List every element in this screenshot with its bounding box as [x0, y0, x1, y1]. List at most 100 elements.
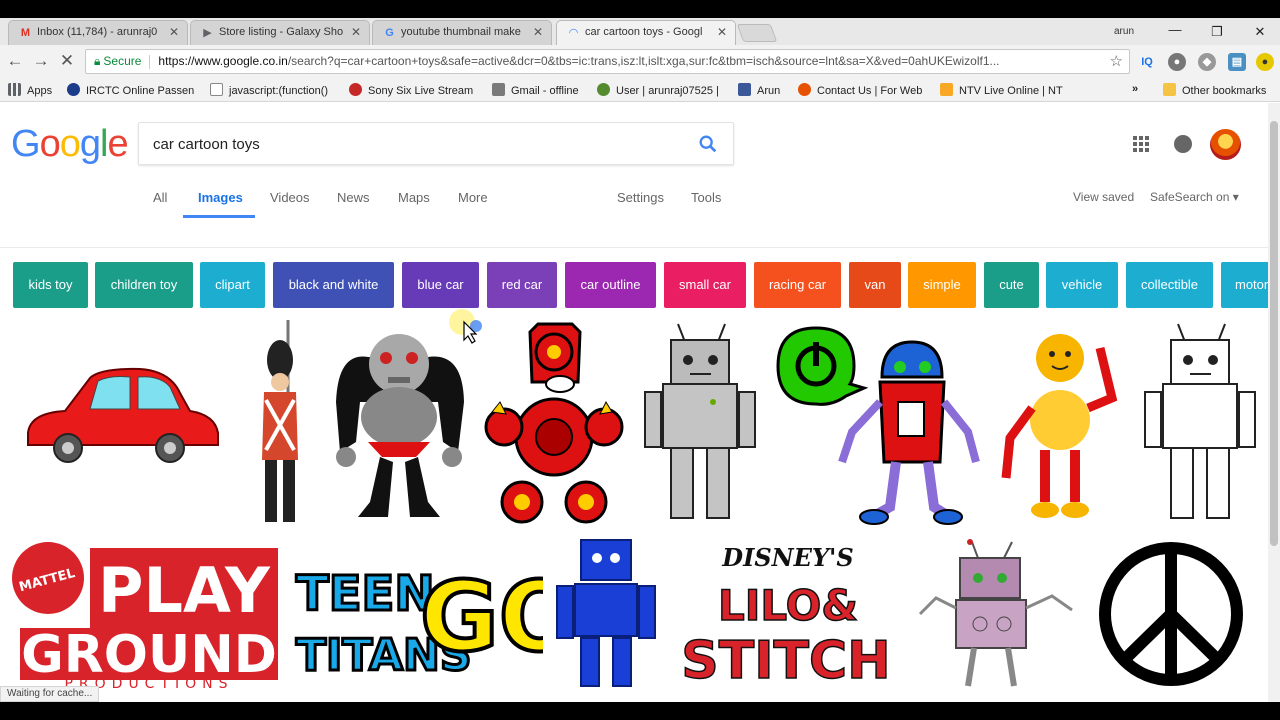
bookmark-star-icon[interactable]: ☆ — [1110, 50, 1123, 73]
chip-racing-car[interactable]: racing car — [754, 262, 841, 308]
silver-robot-image[interactable] — [633, 322, 758, 528]
silver-robot-icon — [644, 323, 756, 519]
user-leaf-icon — [597, 83, 610, 96]
address-bar[interactable]: 🔒︎ Secure https://www.google.co.in/search?… — [85, 49, 1130, 74]
bookmark-gmail-offline[interactable]: Gmail - offline — [492, 83, 579, 97]
red-car-image[interactable] — [20, 353, 225, 473]
chip-car-outline[interactable]: car outline — [565, 262, 656, 308]
extension-icon[interactable]: ● — [1256, 53, 1274, 71]
close-icon[interactable]: ✕ — [533, 25, 543, 39]
settings-button[interactable]: Settings — [617, 190, 664, 205]
avatar[interactable] — [1210, 129, 1241, 160]
tab-maps[interactable]: Maps — [398, 190, 430, 205]
bookmark-ntv-live[interactable]: NTV Live Online | NT — [940, 83, 1063, 97]
chip-clipart[interactable]: clipart — [200, 262, 265, 308]
bookmarks-overflow-button[interactable]: » — [1132, 83, 1138, 95]
stop-icon[interactable]: ✕ — [56, 51, 78, 73]
scrollbar-thumb[interactable] — [1270, 121, 1278, 546]
close-icon[interactable]: ✕ — [169, 25, 179, 39]
tab-youtube-thumbnail[interactable]: G youtube thumbnail make ✕ — [372, 20, 552, 45]
grey-robot-image[interactable] — [328, 322, 470, 528]
iq-extension-icon[interactable]: IQ — [1138, 53, 1156, 71]
bookmark-user[interactable]: User | arunraj07525 | — [597, 83, 719, 97]
chip-red-car[interactable]: red car — [487, 262, 557, 308]
tab-all[interactable]: All — [153, 190, 167, 205]
close-window-icon[interactable]: ✕ — [1250, 24, 1270, 40]
chip-cute[interactable]: cute — [984, 262, 1039, 308]
peace-sign-image[interactable] — [1094, 538, 1248, 688]
chip-vehicle[interactable]: vehicle — [1046, 262, 1118, 308]
apps-grid-icon — [8, 83, 21, 96]
loading-spinner-icon: ◠ — [568, 27, 579, 39]
close-icon[interactable]: ✕ — [351, 25, 361, 39]
extension-icon[interactable]: ◆ — [1198, 53, 1216, 71]
search-input[interactable] — [153, 133, 683, 155]
minimize-icon[interactable]: — — [1165, 22, 1185, 37]
bookmark-contact-us[interactable]: Contact Us | For Web — [798, 83, 922, 97]
red-robot-image[interactable] — [482, 322, 624, 528]
tab-videos[interactable]: Videos — [270, 190, 310, 205]
teen-titans-go-image[interactable]: TEEN TITANS GO! — [290, 538, 544, 688]
extension-icon[interactable]: ▤ — [1228, 53, 1246, 71]
mattel-logo-icon: MATTEL PLAY GROUND PRODUCTIONS — [12, 542, 278, 688]
search-icon[interactable] — [697, 133, 719, 155]
grey-robot-icon — [336, 334, 464, 517]
bookmark-facebook-arun[interactable]: Arun — [738, 83, 780, 97]
bookmark-javascript[interactable]: javascript:(function() — [210, 83, 328, 97]
tab-store-listing[interactable]: ▶ Store listing - Galaxy Sho ✕ — [190, 20, 370, 45]
blue-robot-power-image[interactable] — [772, 322, 988, 528]
back-icon[interactable]: ← — [4, 51, 26, 73]
forward-icon[interactable]: → — [30, 51, 52, 73]
chip-simple[interactable]: simple — [908, 262, 976, 308]
tab-car-cartoon-toys[interactable]: ◠ car cartoon toys - Googl ✕ — [556, 20, 736, 46]
svg-text:DISNEY'S: DISNEY'S — [721, 543, 853, 572]
tab-news[interactable]: News — [337, 190, 370, 205]
chip-small-car[interactable]: small car — [664, 262, 746, 308]
safesearch-toggle[interactable]: SafeSearch on ▾ — [1150, 190, 1239, 204]
peace-sign-icon — [1099, 542, 1243, 686]
close-icon[interactable]: ✕ — [717, 25, 727, 39]
chip-blue-car[interactable]: blue car — [402, 262, 479, 308]
tools-button[interactable]: Tools — [691, 190, 721, 205]
pink-robot-image[interactable] — [912, 538, 1077, 688]
google-logo[interactable]: Google — [11, 123, 129, 166]
tab-gmail[interactable]: M Inbox (11,784) - arunraj0 ✕ — [8, 20, 188, 45]
teen-titans-logo-icon: TEEN TITANS GO! — [295, 559, 544, 683]
gmail-offline-icon — [492, 83, 505, 96]
notifications-icon[interactable] — [1174, 135, 1192, 153]
chip-kids-toy[interactable]: kids toy — [13, 262, 88, 308]
blue-block-robot-image[interactable] — [553, 538, 658, 688]
new-tab-button[interactable] — [736, 24, 778, 42]
status-bar: Waiting for cache... — [0, 686, 100, 702]
related-search-chips: kids toy children toy clipart black and … — [0, 262, 1268, 308]
bookmark-sony-six[interactable]: Sony Six Live Stream — [349, 83, 473, 97]
mouse-cursor-icon — [449, 309, 482, 344]
page-scrollbar[interactable] — [1268, 103, 1280, 703]
outline-robot-image[interactable] — [1133, 322, 1258, 528]
chip-van[interactable]: van — [849, 262, 901, 308]
yellow-robot-image[interactable] — [1000, 328, 1125, 528]
screen-border — [0, 702, 1280, 720]
tab-strip: M Inbox (11,784) - arunraj0 ✕ ▶ Store li… — [0, 0, 1280, 46]
tab-images[interactable]: Images — [198, 190, 243, 205]
tab-more[interactable]: More — [458, 190, 488, 205]
ntv-icon — [940, 83, 953, 96]
chip-collectible[interactable]: collectible — [1126, 262, 1213, 308]
chip-children-toy[interactable]: children toy — [95, 262, 193, 308]
chip-black-and-white[interactable]: black and white — [273, 262, 394, 308]
bookmark-apps[interactable]: Apps — [8, 83, 52, 97]
mattel-playground-image[interactable]: MATTEL PLAY GROUND PRODUCTIONS — [10, 538, 282, 688]
google-g-icon: G — [385, 27, 394, 39]
profile-name[interactable]: arun — [1114, 26, 1134, 37]
google-apps-icon[interactable] — [1133, 136, 1149, 152]
browser-toolbar: ← → ✕ 🔒︎ Secure https://www.google.co.in/s… — [0, 45, 1280, 78]
toy-soldier-image[interactable] — [250, 320, 310, 528]
svg-text:GO!: GO! — [420, 561, 543, 673]
lilo-stitch-image[interactable]: DISNEY'S LILO& STITCH — [673, 538, 899, 688]
restore-icon[interactable]: ❐ — [1207, 24, 1227, 40]
other-bookmarks[interactable]: Other bookmarks — [1163, 83, 1266, 97]
chip-motor[interactable]: motor — [1221, 262, 1268, 308]
view-saved-link[interactable]: View saved — [1073, 190, 1134, 204]
extension-icon[interactable]: ● — [1168, 53, 1186, 71]
bookmark-irctc[interactable]: IRCTC Online Passen — [67, 83, 194, 97]
